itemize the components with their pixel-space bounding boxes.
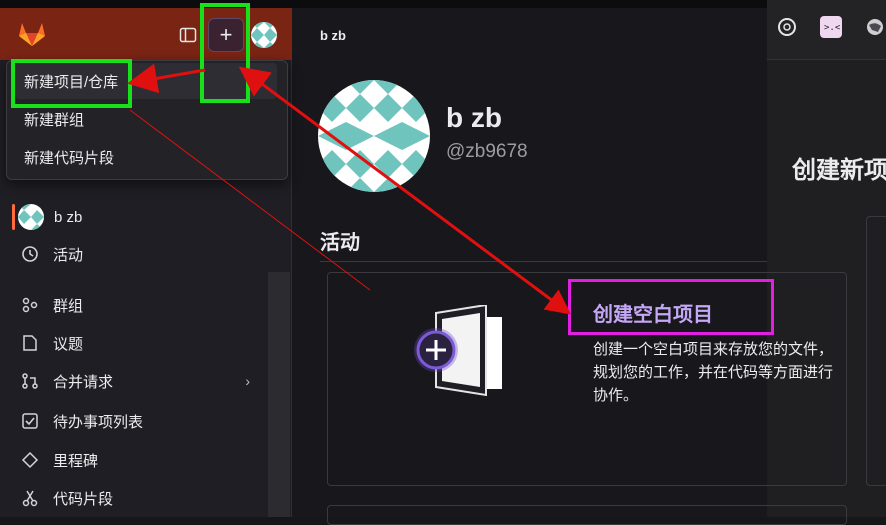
menu-item-label: 新建代码片段	[24, 149, 115, 167]
new-project-menu-item[interactable]: 新建项目/仓库	[15, 63, 277, 99]
top-strip	[0, 0, 767, 8]
issues-icon	[20, 333, 40, 353]
sidebar-item-label: 活动	[53, 246, 84, 264]
user-avatar-icon	[18, 204, 44, 230]
card-description: 创建一个空白项目来存放您的文件，规划您的工作，并在代码等方面进行协作。	[593, 341, 834, 404]
sidebar-user-label: b zb	[54, 208, 83, 226]
svg-text:>.<: >.<	[824, 23, 841, 33]
plus-icon: +	[219, 22, 233, 47]
section-title: 活动	[320, 232, 360, 254]
sidebar-item-snippets[interactable]: 代码片段	[0, 479, 268, 517]
menu-item-label: 新建项目/仓库	[24, 73, 119, 91]
chatgpt-icon[interactable]	[776, 16, 798, 38]
sidebar-item-groups[interactable]: 群组	[0, 286, 268, 324]
merge-request-icon	[20, 371, 40, 391]
new-snippet-menu-item[interactable]: 新建代码片段	[15, 139, 277, 175]
new-project-illustration	[414, 305, 502, 397]
sidebar-item-label: 代码片段	[53, 490, 114, 508]
active-indicator	[12, 204, 15, 230]
background-heading: 创建新项	[792, 157, 886, 184]
divider	[320, 261, 767, 262]
group-icon	[20, 295, 40, 315]
new-item-dropdown: 新建项目/仓库 新建群组 新建代码片段	[6, 60, 288, 180]
sidebar-user[interactable]: b zb	[0, 198, 268, 236]
history-icon	[20, 244, 40, 264]
profile-name: b zb	[446, 102, 502, 133]
chevron-right-icon: ›	[245, 373, 250, 389]
sidebar-item-issues[interactable]: 议题	[0, 324, 268, 362]
sidebar-item-label: 议题	[53, 335, 84, 353]
new-item-button[interactable]: +	[208, 18, 244, 52]
breadcrumb[interactable]: b zb	[320, 28, 346, 43]
sidebar-scrollbar[interactable]	[268, 272, 290, 517]
sidebar-item-label: 群组	[53, 297, 84, 315]
todo-icon	[20, 411, 40, 431]
sidebar-item-merge-requests[interactable]: 合并请求 ›	[0, 362, 268, 400]
globe-icon[interactable]	[864, 16, 886, 38]
sidebar-item-label: 里程碑	[53, 452, 99, 470]
next-card	[327, 505, 847, 525]
sidebar-item-label: 合并请求	[53, 373, 114, 391]
card-title[interactable]: 创建空白项目	[593, 298, 713, 327]
milestone-icon	[20, 450, 40, 470]
profile-avatar	[318, 80, 430, 192]
sidebar-item-label: 待办事项列表	[53, 413, 144, 431]
sidebar-item-milestones[interactable]: 里程碑	[0, 441, 268, 479]
sidebar-item-todo[interactable]: 待办事项列表	[0, 402, 268, 440]
new-group-menu-item[interactable]: 新建群组	[15, 101, 277, 137]
gitlab-logo-icon[interactable]	[18, 21, 46, 47]
menu-item-label: 新建群组	[24, 111, 85, 129]
snippet-icon	[20, 488, 40, 508]
profile-handle: @zb9678	[446, 141, 528, 162]
user-avatar-small[interactable]	[251, 22, 277, 48]
extension-face-icon[interactable]: >.<	[820, 16, 842, 38]
sidebar-toggle-icon[interactable]	[179, 26, 197, 44]
background-card	[866, 216, 886, 486]
sidebar-item-activity[interactable]: 活动	[0, 235, 268, 273]
